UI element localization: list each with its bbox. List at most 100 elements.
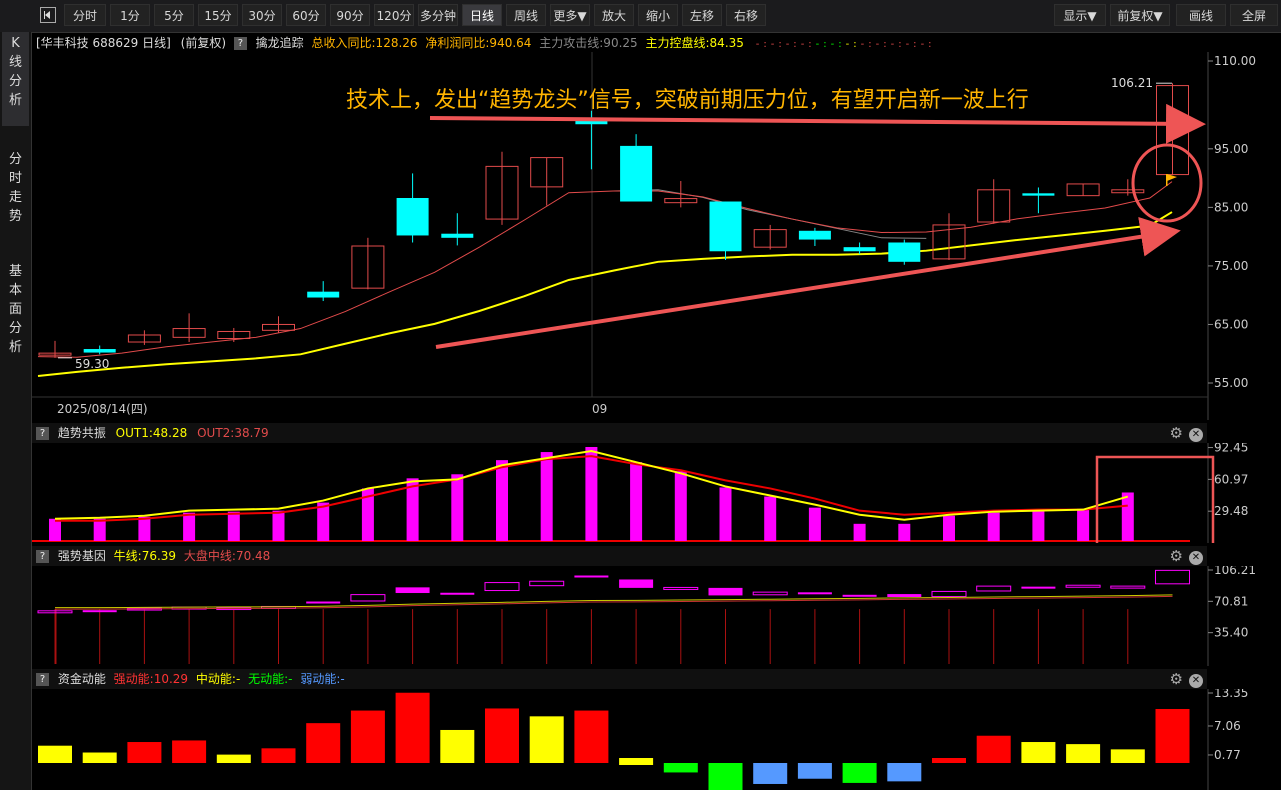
gear-icon[interactable]: ⚙: [1170, 424, 1183, 442]
resonance-bar: [138, 516, 151, 541]
nav-fundamental[interactable]: 基本面分析: [2, 262, 29, 372]
capital-momentum-chart: 13.35 7.06 0.77: [38, 689, 1248, 790]
resonance-bar: [987, 512, 1000, 541]
candle-body-down: [441, 233, 474, 238]
toolbar-button-2[interactable]: 5分: [154, 4, 194, 26]
momentum-bar: [574, 710, 609, 763]
close-icon[interactable]: ✕: [1189, 427, 1203, 442]
panel1-header: ? 趋势共振 OUT1:48.28 OUT2:38.79 ⚙ ✕: [32, 423, 1207, 443]
toolbar-button-14[interactable]: 左移: [682, 4, 722, 26]
gene-box-outline: [1065, 584, 1101, 588]
side-nav: K线分析 分时走势 基本面分析: [0, 32, 32, 790]
toolbar-button-5[interactable]: 60分: [286, 4, 326, 26]
stock-title: [华丰科技 688629 日线]: [36, 36, 171, 50]
resonance-bar: [317, 502, 330, 541]
panel3-mid: 中动能:-: [195, 672, 241, 686]
panel1-name: 趋势共振: [57, 426, 106, 440]
momentum-bar: [887, 763, 922, 782]
candlestick-chart[interactable]: 110.00 95.00 85.00 75.00 65.00 55.00 2025/08/1…: [32, 52, 1281, 420]
momentum-bar: [485, 708, 519, 763]
panel3-weak: 弱动能:-: [300, 672, 345, 686]
annotation-arrow-upper: [429, 103, 1206, 144]
candle-body-down: [709, 201, 742, 252]
gear-icon[interactable]: ⚙: [1170, 670, 1183, 688]
resonance-bar: [272, 510, 285, 541]
toolbar-button-12[interactable]: 放大: [594, 4, 634, 26]
momentum-bar: [708, 763, 743, 790]
panel3-strong: 强动能:10.29: [113, 672, 189, 686]
toolbar-button-0[interactable]: 分时: [64, 4, 106, 26]
panel2-name: 强势基因: [57, 549, 106, 563]
resonance-bar: [674, 471, 687, 541]
toolbar-button-9[interactable]: 日线: [462, 4, 502, 26]
y-tick-label: 65.00: [1214, 317, 1248, 331]
toolbar-button-6[interactable]: 90分: [330, 4, 370, 26]
resonance-bar: [585, 447, 598, 541]
gene-box-outline: [484, 582, 520, 592]
close-icon[interactable]: ✕: [1189, 673, 1203, 688]
momentum-bar: [395, 692, 430, 763]
y-tick-label: 70.81: [1214, 594, 1248, 608]
gene-box-outline: [976, 585, 1012, 592]
toolbar-button-3[interactable]: 15分: [198, 4, 238, 26]
resonance-bar: [451, 474, 464, 541]
gene-box-filled: [842, 594, 877, 597]
low-price-label: 59.30: [75, 357, 109, 371]
candle-body-down: [888, 242, 921, 262]
panel1-controls: ⚙ ✕: [1170, 423, 1207, 444]
toolbar-button-17[interactable]: 前复权▼: [1110, 4, 1170, 26]
resonance-bar: [183, 512, 196, 541]
resonance-bar: [764, 496, 777, 541]
panel2-dapan: 大盘中线:70.48: [183, 549, 271, 563]
toolbar-button-10[interactable]: 周线: [506, 4, 546, 26]
close-icon[interactable]: ✕: [1189, 550, 1203, 565]
back-icon[interactable]: [40, 7, 56, 23]
gene-box-filled: [887, 594, 922, 598]
toolbar-button-4[interactable]: 30分: [242, 4, 282, 26]
help-icon[interactable]: ?: [36, 550, 49, 563]
gene-box-outline: [663, 586, 699, 590]
toolbar-button-13[interactable]: 缩小: [638, 4, 678, 26]
help-icon[interactable]: ?: [233, 37, 247, 50]
panel3-header: ? 资金动能 强动能:10.29 中动能:- 无动能:- 弱动能:- ⚙ ✕: [32, 669, 1207, 689]
gene-box-filled: [619, 579, 654, 588]
main-chart-header: [华丰科技 688629 日线] (前复权) ? 擒龙追踪 总收入同比:128.…: [32, 33, 1207, 53]
candle-body-down: [396, 197, 429, 236]
gene-box-filled: [797, 592, 832, 595]
nav-intraday[interactable]: 分时走势: [2, 150, 29, 244]
gene-box-outline: [350, 594, 386, 602]
gear-icon[interactable]: ⚙: [1170, 547, 1183, 565]
momentum-bar: [753, 763, 788, 784]
gene-box-filled: [1021, 586, 1056, 589]
toolbar-button-16[interactable]: 显示▼: [1054, 4, 1106, 26]
toolbar-button-8[interactable]: 多分钟: [418, 4, 458, 26]
month-label: 09: [592, 402, 607, 416]
resonance-bar: [898, 523, 911, 541]
ma-red-line: [37, 181, 1173, 358]
y-tick-label: 29.48: [1214, 504, 1248, 518]
toolbar-button-18[interactable]: 画线: [1176, 4, 1226, 26]
nav-kline-analysis[interactable]: K线分析: [2, 32, 29, 126]
toolbar: 分时 1分 5分 15分 30分 60分 90分 120分 多分钟 日线 周线 更多▼ 放大 缩小 左移 右移…: [0, 0, 1281, 33]
help-icon[interactable]: ?: [36, 427, 49, 440]
toolbar-button-1[interactable]: 1分: [110, 4, 150, 26]
high-price-label: 106.21: [1111, 76, 1153, 90]
back-icon-glyph: [44, 11, 50, 19]
nav-label: K线分析: [8, 36, 22, 108]
y-tick-label: 110.00: [1214, 54, 1256, 68]
toolbar-button-15[interactable]: 右移: [726, 4, 766, 26]
momentum-bar: [216, 754, 251, 763]
date-label: 2025/08/14(四): [57, 402, 148, 416]
annotation-text: 技术上，发出“趋势龙头”信号，突破前期压力位，有望开启新一波上行: [346, 88, 1029, 113]
momentum-bar: [440, 729, 475, 763]
momentum-bar: [350, 710, 385, 763]
candle-body-down: [843, 247, 876, 252]
help-icon[interactable]: ?: [36, 673, 49, 686]
nav-label: 基本面分析: [8, 264, 22, 355]
toolbar-button-7[interactable]: 120分: [374, 4, 414, 26]
toolbar-button-11[interactable]: 更多▼: [550, 4, 590, 26]
resonance-bar: [853, 523, 866, 541]
toolbar-button-19[interactable]: 全屏: [1230, 4, 1278, 26]
adjust-mode: (前复权): [180, 36, 227, 50]
y-tick-label: 106.21: [1214, 566, 1256, 577]
